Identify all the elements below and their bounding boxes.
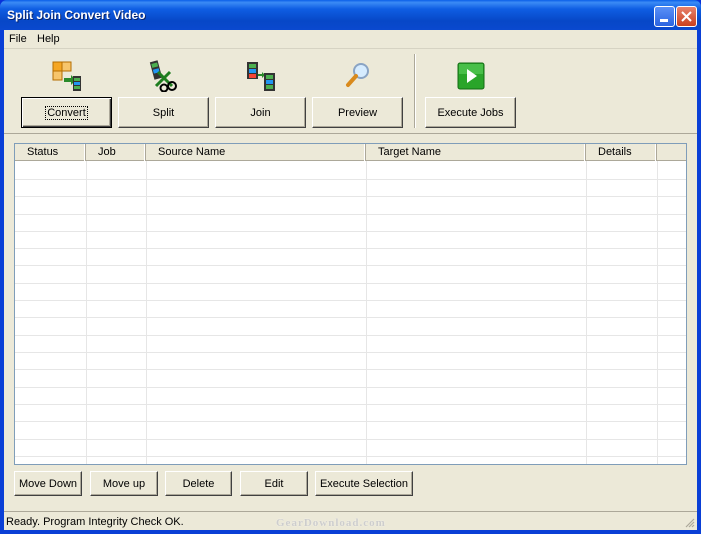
column-status[interactable]: Status (15, 144, 86, 161)
column-source-name[interactable]: Source Name (146, 144, 366, 161)
title-bar[interactable]: Split Join Convert Video (0, 0, 701, 30)
magnifier-icon (346, 63, 369, 87)
delete-button[interactable]: Delete (165, 471, 232, 496)
grid-column-line (586, 161, 587, 464)
toolbar-separator (414, 54, 416, 128)
list-header: Status Job Source Name Target Name Detai… (15, 144, 686, 161)
menu-file[interactable]: File (9, 33, 27, 45)
tool-convert: Convert (21, 58, 112, 128)
status-text: Ready. Program Integrity Check OK. (6, 516, 184, 528)
toolbar: Convert Split Join Preview Execute Jobs (4, 50, 697, 134)
minimize-button[interactable] (654, 6, 675, 27)
grid-column-line (657, 161, 658, 464)
edit-button[interactable]: Edit (240, 471, 308, 496)
execute-jobs-button[interactable]: Execute Jobs (425, 97, 516, 128)
move-up-button[interactable]: Move up (90, 471, 158, 496)
grid-column-line (86, 161, 87, 464)
watermark: GearDownload.com (276, 517, 386, 529)
resize-grip-icon[interactable] (683, 516, 695, 528)
column-job[interactable]: Job (86, 144, 146, 161)
status-bar: Ready. Program Integrity Check OK. GearD… (4, 511, 697, 530)
column-details[interactable]: Details (586, 144, 657, 161)
column-target-name[interactable]: Target Name (366, 144, 586, 161)
preview-button[interactable]: Preview (312, 97, 403, 128)
join-button[interactable]: Join (215, 97, 306, 128)
menu-help[interactable]: Help (37, 33, 60, 45)
close-icon (681, 11, 692, 22)
menu-bar: File Help (4, 30, 697, 49)
play-icon (457, 62, 485, 90)
scissors-icon (149, 60, 177, 92)
move-down-button[interactable]: Move Down (14, 471, 82, 496)
convert-button[interactable]: Convert (21, 97, 112, 128)
execute-selection-button[interactable]: Execute Selection (315, 471, 413, 496)
tool-execute-jobs: Execute Jobs (425, 58, 516, 128)
window-title: Split Join Convert Video (7, 8, 146, 22)
client-area: File Help Convert Split Join Preview Exe… (4, 30, 697, 530)
tool-split: Split (118, 58, 209, 128)
tool-preview: Preview (312, 58, 403, 128)
grid-column-line (146, 161, 147, 464)
join-film-icon (247, 62, 275, 91)
close-button[interactable] (676, 6, 697, 27)
action-bar: Move Down Move up Delete Edit Execute Se… (4, 470, 697, 504)
tool-join: Join (215, 58, 306, 128)
convert-icon (52, 61, 81, 91)
grid-column-line (366, 161, 367, 464)
app-window: Split Join Convert Video File Help Conve… (0, 0, 701, 534)
jobs-list[interactable]: Status Job Source Name Target Name Detai… (14, 143, 687, 465)
split-button[interactable]: Split (118, 97, 209, 128)
